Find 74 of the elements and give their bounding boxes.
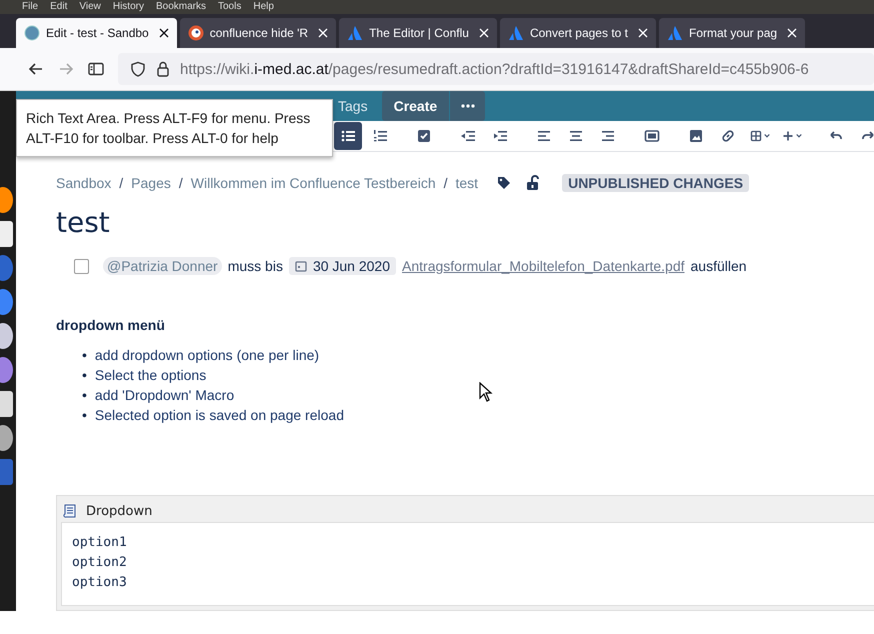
create-button[interactable]: Create: [382, 91, 450, 121]
task-text: muss bis: [228, 258, 283, 274]
more-button[interactable]: [449, 91, 486, 121]
triangle-logo-icon: [667, 25, 683, 41]
menu-item[interactable]: View: [79, 1, 101, 13]
breadcrumb-separator: /: [444, 175, 448, 191]
link-icon: [720, 128, 736, 144]
bullet-item: add dropdown options (one per line): [94, 346, 320, 365]
align-center-icon: [568, 128, 584, 144]
menu-item[interactable]: Edit: [50, 1, 68, 13]
align-right-icon: [600, 128, 616, 144]
scroll-icon: [62, 503, 78, 519]
outdent-icon: [460, 128, 476, 144]
caret-icon: [796, 133, 802, 139]
code-line: option1: [72, 534, 128, 552]
caret-icon: [764, 133, 770, 139]
code-line: option2: [72, 554, 128, 572]
browser-tab[interactable]: Format your pag: [659, 18, 806, 48]
browser-tab[interactable]: confluence hide 'R: [180, 18, 336, 48]
task-checkbox-icon: [416, 128, 432, 144]
mouse-pointer-icon: [479, 382, 493, 402]
menu-item[interactable]: History: [112, 1, 144, 13]
breadcrumb-link[interactable]: Pages: [131, 175, 171, 191]
menu-item[interactable]: Help: [253, 1, 274, 13]
layout-icon: [644, 128, 660, 144]
browser-tab[interactable]: The Editor | Conflu: [339, 18, 497, 48]
more-dots-icon: [460, 104, 475, 108]
numbered-list-icon: [372, 128, 388, 144]
menu-item[interactable]: Bookmarks: [156, 1, 206, 13]
triangle-logo-icon: [508, 25, 524, 41]
date-lozenge[interactable]: 30 Jun 2020: [288, 257, 396, 275]
browser-tab[interactable]: Convert pages to t: [500, 18, 656, 48]
bullet-list-icon: [340, 128, 356, 144]
table-icon: [750, 128, 762, 144]
breadcrumb-link[interactable]: Sandbox: [56, 175, 112, 191]
toolbar-button[interactable]: [334, 122, 362, 150]
breadcrumb-separator: /: [119, 175, 124, 191]
shield-icon[interactable]: [130, 61, 146, 77]
menu-item[interactable]: Tools: [218, 1, 242, 13]
breadcrumb-separator: /: [178, 175, 183, 191]
tags-link[interactable]: Tags: [338, 98, 368, 114]
close-icon[interactable]: [158, 28, 169, 38]
indent-icon: [492, 128, 508, 144]
code-line: option3: [72, 574, 128, 592]
status-badge: UNPUBLISHED CHANGES: [562, 174, 750, 192]
task-checkbox[interactable]: [74, 258, 89, 274]
bullet-marker: •: [82, 366, 87, 385]
duck-icon: [188, 25, 204, 41]
bullet-item: Selected option is saved on page reload: [94, 406, 344, 425]
image-icon: [688, 128, 704, 144]
bullet-marker: •: [82, 346, 87, 365]
tooltip: Rich Text Area. Press ALT-F9 for menu. Press ALT-F10 for toolbar. Press ALT-0 for help: [16, 99, 333, 157]
calendar-icon: [294, 260, 307, 272]
breadcrumb-link[interactable]: test: [456, 175, 478, 191]
unlocked-padlock-icon[interactable]: [526, 175, 540, 191]
page-title: test: [56, 206, 111, 241]
globe-icon: [24, 25, 40, 41]
section-heading: dropdown menü: [56, 317, 166, 333]
menu-item[interactable]: File: [22, 1, 38, 13]
sidebar-icon[interactable]: [88, 61, 104, 77]
browser-tab[interactable]: Edit - test - Sandbo: [16, 18, 177, 48]
bullet-marker: •: [82, 406, 87, 425]
breadcrumb-link[interactable]: Willkommen im Confluence Testbereich: [190, 175, 436, 191]
back-icon[interactable]: [28, 61, 44, 77]
tag-icon[interactable]: [496, 175, 512, 191]
bullet-item: Select the options: [94, 366, 206, 385]
bullet-marker: •: [82, 386, 87, 405]
align-left-icon: [536, 128, 552, 144]
triangle-logo-icon: [347, 25, 364, 41]
task-text: ausfüllen: [690, 258, 747, 274]
macro-title: Dropdown: [86, 504, 152, 518]
bullet-item: add 'Dropdown' Macro: [94, 386, 234, 405]
lock-icon[interactable]: [156, 61, 170, 77]
attachment-link[interactable]: Antragsformular_Mobiltelefon_Datenkarte.pdf: [402, 258, 685, 274]
